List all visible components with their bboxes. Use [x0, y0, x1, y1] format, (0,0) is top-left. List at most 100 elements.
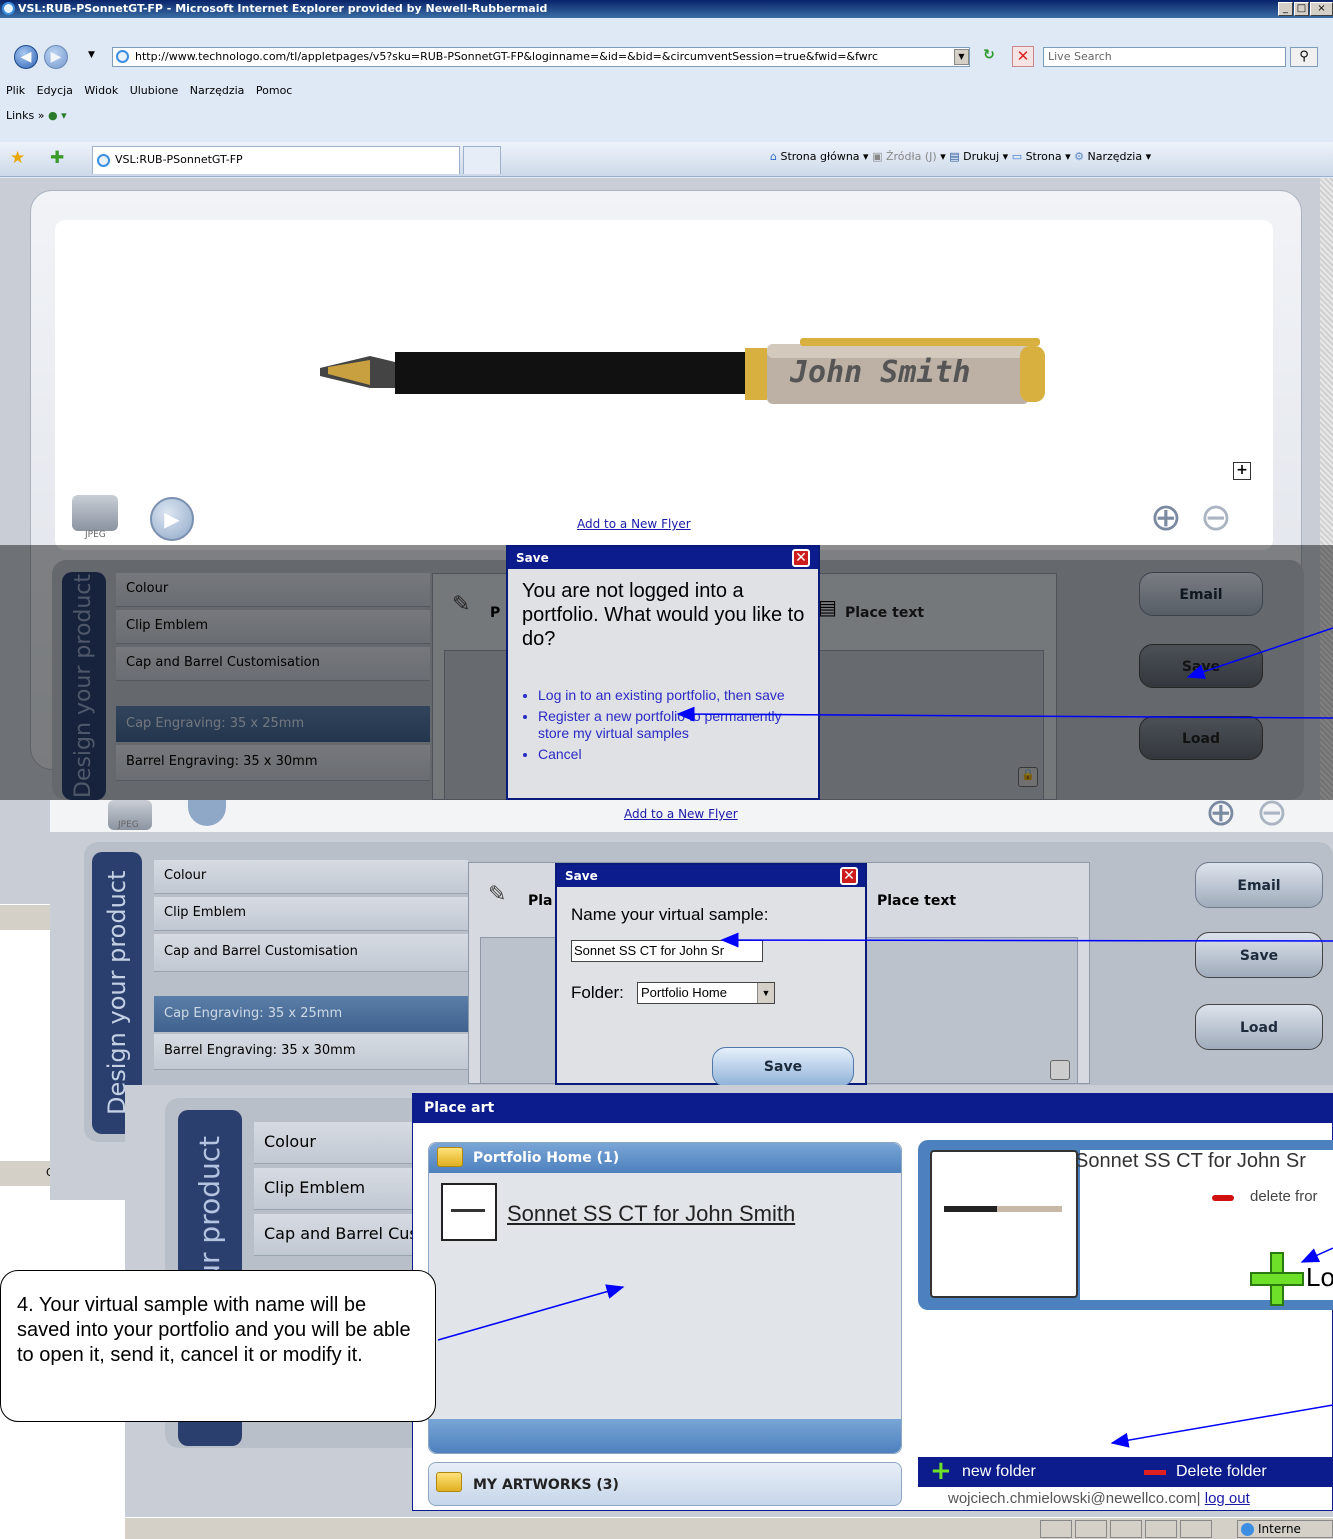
- back-button[interactable]: ◀: [14, 45, 38, 69]
- chevron-right-icon[interactable]: »: [38, 109, 48, 122]
- place-art-tab-2[interactable]: Pla: [528, 893, 553, 909]
- sample-name-input[interactable]: Sonnet SS CT for John Sr: [571, 940, 763, 962]
- save-confirm-button[interactable]: Save: [712, 1047, 854, 1087]
- chevron-down-icon[interactable]: ▾: [1065, 150, 1074, 163]
- jpeg-label-2: JPEG: [118, 820, 139, 830]
- sample-thumbnail[interactable]: [441, 1183, 497, 1241]
- minus-icon[interactable]: [1212, 1195, 1234, 1201]
- feeds-icon[interactable]: ▣: [872, 150, 886, 163]
- globe-icon: [1241, 1523, 1254, 1536]
- place-text-tab-2[interactable]: Place text: [877, 893, 956, 909]
- option-clip-emblem-2[interactable]: Clip Emblem: [154, 897, 468, 931]
- folder-select-value: Portfolio Home: [641, 985, 727, 1000]
- add-favorite-icon[interactable]: ✚: [50, 148, 64, 168]
- chevron-down-icon[interactable]: ▾: [940, 150, 949, 163]
- close-icon[interactable]: ✕: [840, 867, 858, 885]
- save-button-2[interactable]: Save: [1195, 932, 1323, 978]
- lock-icon[interactable]: [1050, 1060, 1070, 1080]
- browser-tab[interactable]: VSL:RUB-PSonnetGT-FP: [92, 146, 460, 174]
- zoom-in-icon[interactable]: ⊕: [1205, 790, 1237, 834]
- option-cap-engraving-2[interactable]: Cap Engraving: 35 x 25mm: [154, 996, 468, 1032]
- zoom-in-icon[interactable]: ⊕: [1150, 495, 1182, 539]
- load-label[interactable]: Lo: [1306, 1262, 1333, 1293]
- print-jpeg-icon[interactable]: [72, 495, 118, 531]
- search-icon[interactable]: ⚲: [1290, 47, 1318, 67]
- delete-folder-button[interactable]: Delete folder: [1176, 1463, 1267, 1481]
- log-out-link[interactable]: log out: [1205, 1490, 1250, 1507]
- window-title-bar: VSL:RUB-PSonnetGT-FP - Microsoft Interne…: [0, 0, 1333, 18]
- register-option[interactable]: Register a new portfolio to permanently …: [538, 708, 808, 742]
- feeds-button[interactable]: Źródła (J): [886, 150, 937, 163]
- load-plus-icon[interactable]: [1250, 1252, 1304, 1306]
- portfolio-folder-header[interactable]: Portfolio Home (1): [429, 1143, 901, 1173]
- maximize-button[interactable]: □: [1294, 2, 1309, 16]
- plus-icon[interactable]: +: [930, 1456, 952, 1486]
- add-flyer-link-2[interactable]: Add to a New Flyer: [624, 807, 738, 821]
- option-colour-2[interactable]: Colour: [154, 860, 468, 894]
- menu-edit[interactable]: Edycja: [37, 84, 73, 97]
- cancel-option[interactable]: Cancel: [538, 746, 808, 763]
- address-dropdown-icon[interactable]: ▼: [954, 49, 969, 65]
- dialog-title: Save: [565, 869, 598, 883]
- home-button[interactable]: Strona główna: [780, 150, 859, 163]
- option-barrel-engraving-2[interactable]: Barrel Engraving: 35 x 30mm: [154, 1034, 468, 1070]
- favorites-star-icon[interactable]: ★: [10, 148, 25, 168]
- folder-select[interactable]: Portfolio Home ▼: [637, 982, 775, 1004]
- sample-link[interactable]: Sonnet SS CT for John Smith: [507, 1201, 795, 1227]
- stop-icon[interactable]: ✕: [1012, 46, 1034, 67]
- page-menu-icon[interactable]: ▭: [1012, 150, 1026, 163]
- chevron-down-icon[interactable]: ▼: [757, 983, 774, 1003]
- tools-icon[interactable]: ⚙: [1074, 150, 1087, 163]
- search-input[interactable]: Live Search: [1043, 47, 1286, 67]
- load-button-2[interactable]: Load: [1195, 1004, 1323, 1050]
- add-flyer-link[interactable]: Add to a New Flyer: [577, 517, 691, 531]
- close-icon[interactable]: ✕: [792, 549, 810, 567]
- login-option[interactable]: Log in to an existing portfolio, then sa…: [538, 687, 808, 704]
- print-button[interactable]: Drukuj: [963, 150, 999, 163]
- play-icon[interactable]: ▶: [150, 497, 194, 541]
- menu-tools[interactable]: Narzędzia: [190, 84, 245, 97]
- new-folder-button[interactable]: new folder: [962, 1463, 1036, 1481]
- zoom-out-icon[interactable]: ⊖: [1200, 495, 1232, 539]
- address-bar[interactable]: http://www.technologo.com/tl/appletpages…: [112, 47, 970, 67]
- links-label[interactable]: Links: [6, 109, 34, 122]
- email-button-2[interactable]: Email: [1195, 862, 1323, 908]
- instruction-callout: 4. Your virtual sample with name will be…: [0, 1270, 436, 1422]
- history-dropdown-icon[interactable]: ▼: [88, 50, 95, 60]
- minimize-button[interactable]: _: [1278, 2, 1293, 16]
- option-clip-emblem-3[interactable]: Clip Emblem: [254, 1168, 414, 1210]
- option-cap-barrel-3[interactable]: Cap and Barrel Customisation: [254, 1214, 414, 1256]
- home-icon[interactable]: ⌂: [770, 150, 780, 163]
- menu-bar: Plik Edycja Widok Ulubione Narzędzia Pom…: [6, 84, 292, 97]
- status-bar-3: Interne: [125, 1517, 1333, 1539]
- zoom-out-icon[interactable]: ⊖: [1256, 790, 1288, 834]
- menu-help[interactable]: Pomoc: [256, 84, 292, 97]
- print-icon[interactable]: ▤: [949, 150, 963, 163]
- user-email: wojciech.chmielowski@newellco.com: [948, 1490, 1197, 1507]
- close-window-button[interactable]: ×: [1310, 2, 1333, 16]
- save-dialog-name: Save ✕ Name your virtual sample: Sonnet …: [555, 863, 867, 1087]
- chevron-down-icon[interactable]: ▾: [1003, 150, 1012, 163]
- brush-icon[interactable]: ✎: [488, 882, 506, 907]
- chevron-down-icon[interactable]: ▾: [863, 150, 872, 163]
- jpeg-label: JPEG: [85, 530, 106, 540]
- page-menu-button[interactable]: Strona: [1026, 150, 1062, 163]
- links-menu-icon[interactable]: ● ▾: [48, 109, 67, 122]
- menu-favorites[interactable]: Ulubione: [130, 84, 179, 97]
- new-tab-button[interactable]: [463, 146, 501, 174]
- delete-from-link[interactable]: delete fror: [1250, 1188, 1318, 1205]
- menu-view[interactable]: Widok: [84, 84, 118, 97]
- tools-button[interactable]: Narzędzia: [1088, 150, 1143, 163]
- forward-button[interactable]: ▶: [44, 45, 68, 69]
- menu-file[interactable]: Plik: [6, 84, 25, 97]
- option-colour-3[interactable]: Colour: [254, 1122, 414, 1164]
- my-artworks-folder[interactable]: MY ARTWORKS (3): [428, 1462, 902, 1506]
- minus-icon[interactable]: [1144, 1470, 1166, 1475]
- chevron-down-icon[interactable]: ▾: [1146, 150, 1152, 163]
- expand-icon[interactable]: +: [1233, 462, 1251, 480]
- status-cell: [1180, 1520, 1212, 1538]
- command-bar: ⌂ Strona główna ▾ ▣ Źródła (J) ▾ ▤ Druku…: [770, 150, 1151, 163]
- refresh-icon[interactable]: ↻: [978, 47, 1000, 67]
- folder-panel-footer: [429, 1419, 901, 1453]
- option-cap-barrel-2[interactable]: Cap and Barrel Customisation: [154, 934, 468, 972]
